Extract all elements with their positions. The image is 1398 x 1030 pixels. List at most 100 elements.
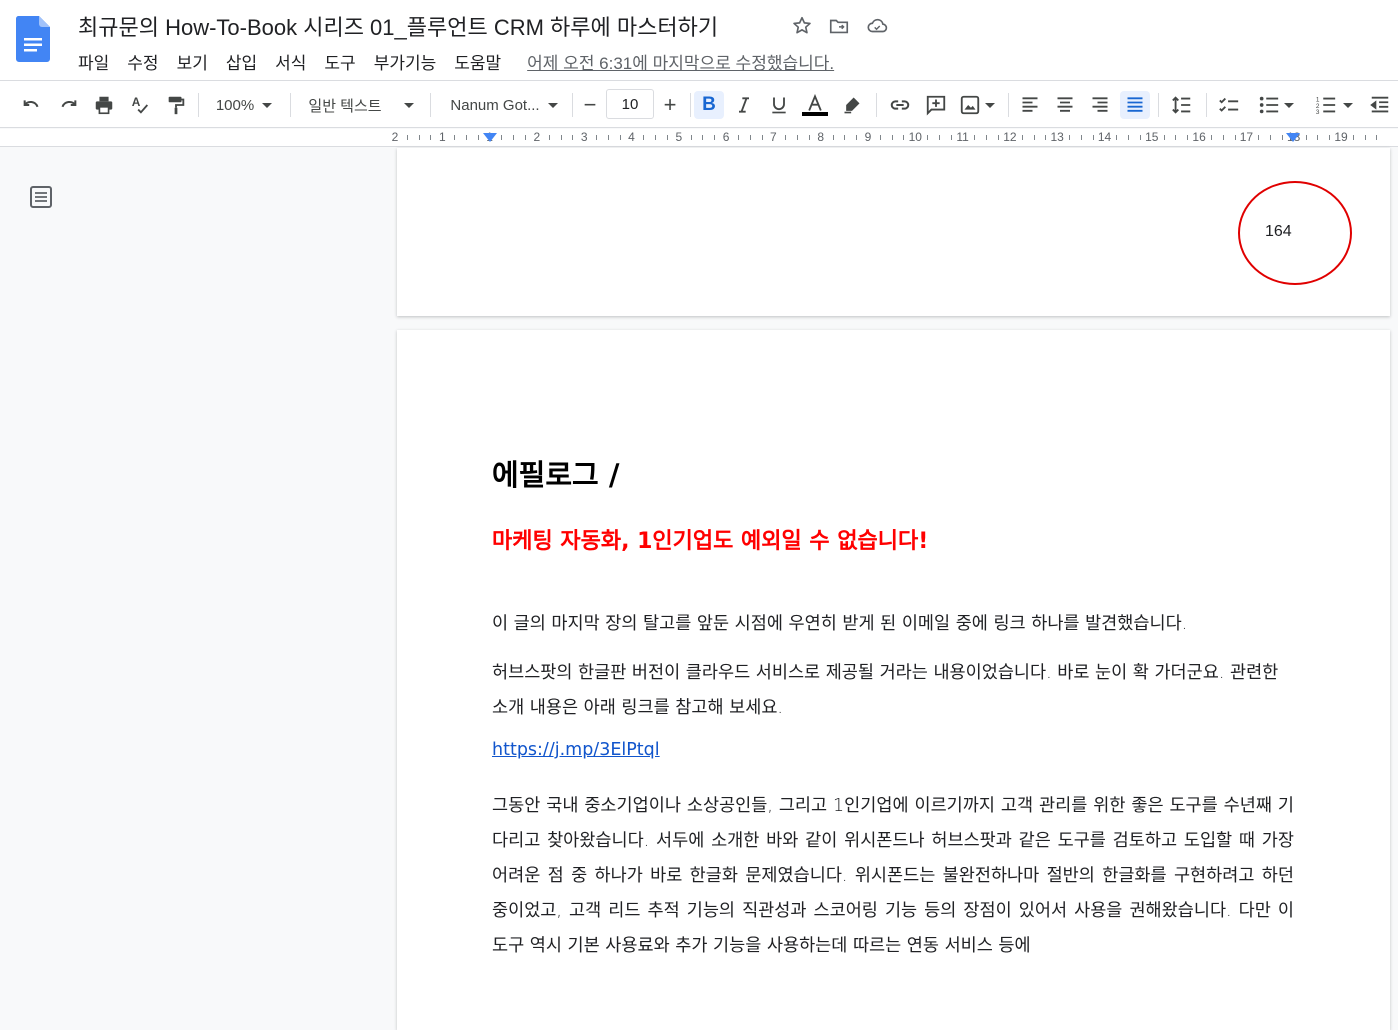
redo-icon[interactable] bbox=[54, 91, 82, 119]
decrease-font-size-button[interactable]: − bbox=[576, 91, 604, 119]
paragraph-style-select[interactable]: 일반 텍스트 bbox=[300, 91, 422, 119]
ruler-tick bbox=[666, 135, 668, 140]
insert-link-icon[interactable] bbox=[886, 91, 914, 119]
ruler-tick bbox=[513, 135, 515, 140]
document-page[interactable]: 에필로그 / 마케팅 자동화, 1인기업도 예외일 수 없습니다! 이 글의 마… bbox=[397, 330, 1390, 1030]
checklist-icon[interactable] bbox=[1214, 91, 1244, 119]
body-paragraph: 그동안 국내 중소기업이나 소상공인들, 그리고 1인기업에 이르기까지 고객 … bbox=[492, 796, 1294, 956]
ruler-number: 14 bbox=[1097, 130, 1112, 144]
cloud-status-icon[interactable] bbox=[865, 14, 889, 38]
spellcheck-icon[interactable]: A bbox=[126, 91, 154, 119]
print-icon[interactable] bbox=[90, 91, 118, 119]
toolbar-separator bbox=[1158, 93, 1159, 117]
ruler-tick bbox=[1033, 135, 1035, 140]
ruler-tick bbox=[714, 135, 716, 140]
body-paragraph: 허브스팟의 한글판 버전이 클라우드 서비스로 제공될 거라는 내용이었습니다.… bbox=[492, 663, 1279, 718]
move-to-folder-icon[interactable] bbox=[827, 14, 851, 38]
right-indent-marker[interactable] bbox=[1286, 133, 1300, 142]
menu-tools[interactable]: 도구 bbox=[324, 49, 355, 74]
chevron-down-icon bbox=[547, 102, 558, 108]
ruler-number: 6 bbox=[722, 130, 730, 144]
title-bar: 최규문의 How-To-Book 시리즈 01_플루언트 CRM 하루에 마스터… bbox=[0, 0, 1398, 80]
underline-icon[interactable] bbox=[765, 91, 793, 119]
bulleted-list-icon[interactable] bbox=[1252, 91, 1300, 119]
ruler-tick bbox=[1258, 135, 1260, 140]
menu-format[interactable]: 서식 bbox=[275, 49, 306, 74]
ruler-number: 7 bbox=[770, 130, 777, 144]
toolbar-separator bbox=[572, 93, 573, 117]
ruler-number: 9 bbox=[864, 130, 872, 144]
ruler-tick bbox=[844, 135, 846, 140]
highlight-color-icon[interactable] bbox=[838, 91, 866, 119]
ruler-tick bbox=[1163, 135, 1165, 140]
chapter-subtitle: 마케팅 자동화, 1인기업도 예외일 수 없습니다! bbox=[492, 529, 929, 554]
paragraph-style-value: 일반 텍스트 bbox=[308, 97, 382, 115]
menu-help[interactable]: 도움말 bbox=[454, 49, 501, 74]
align-justify-icon[interactable] bbox=[1120, 91, 1150, 119]
italic-icon[interactable] bbox=[730, 91, 758, 119]
ruler-tick bbox=[785, 135, 787, 140]
toolbar: A 100% 일반 텍스트 Nanum Got... − + B 1 2 3 bbox=[0, 80, 1398, 128]
document-outline-icon[interactable] bbox=[28, 184, 54, 210]
document-title[interactable]: 최규문의 How-To-Book 시리즈 01_플루언트 CRM 하루에 마스터… bbox=[78, 10, 718, 42]
ruler-tick bbox=[891, 135, 893, 140]
ruler-tick bbox=[1021, 135, 1023, 140]
zoom-value: 100% bbox=[215, 96, 255, 114]
insert-image-icon[interactable] bbox=[956, 91, 998, 119]
add-comment-icon[interactable] bbox=[922, 91, 950, 119]
ruler-tick bbox=[1281, 135, 1283, 140]
menu-insert[interactable]: 삽입 bbox=[226, 49, 257, 74]
line-spacing-icon[interactable] bbox=[1168, 91, 1196, 119]
toolbar-separator bbox=[430, 93, 431, 117]
decrease-indent-icon[interactable] bbox=[1366, 91, 1394, 119]
ruler-tick bbox=[950, 135, 952, 140]
ruler-number: 2 bbox=[391, 130, 399, 144]
chevron-down-icon bbox=[262, 102, 273, 108]
ruler-tick bbox=[465, 135, 467, 140]
document-page[interactable]: 164 bbox=[397, 148, 1390, 316]
zoom-select[interactable]: 100% bbox=[206, 91, 282, 119]
star-icon[interactable] bbox=[790, 14, 814, 38]
google-docs-logo-icon[interactable] bbox=[16, 16, 50, 62]
ruler-tick bbox=[879, 135, 881, 140]
font-size-input[interactable] bbox=[606, 89, 654, 119]
ruler-tick bbox=[1139, 135, 1141, 140]
ruler-tick bbox=[1352, 135, 1354, 140]
paint-format-icon[interactable] bbox=[162, 91, 190, 119]
ruler: 2 1 1 2 3 4 5 6 7 8 9 10 11 12 13 14 15 16 17 18 19 bbox=[0, 129, 1398, 147]
undo-icon[interactable] bbox=[18, 91, 46, 119]
menu-edit[interactable]: 수정 bbox=[127, 49, 158, 74]
align-right-icon[interactable] bbox=[1086, 91, 1114, 119]
menu-view[interactable]: 보기 bbox=[177, 49, 208, 74]
increase-font-size-button[interactable]: + bbox=[656, 91, 684, 119]
menu-file[interactable]: 파일 bbox=[78, 49, 109, 74]
toolbar-separator bbox=[1206, 93, 1207, 117]
ruler-number: 16 bbox=[1192, 130, 1206, 144]
menu-addons[interactable]: 부가기능 bbox=[374, 49, 437, 74]
ruler-tick bbox=[1069, 135, 1071, 140]
align-center-icon[interactable] bbox=[1051, 91, 1079, 119]
bold-icon[interactable]: B bbox=[694, 91, 724, 119]
ruler-tick bbox=[418, 135, 420, 140]
ruler-tick bbox=[1305, 135, 1307, 140]
page-number: 164 bbox=[1265, 223, 1292, 240]
ruler-tick bbox=[619, 135, 621, 140]
left-indent-marker[interactable] bbox=[483, 133, 497, 142]
ruler-tick bbox=[927, 135, 929, 140]
ruler-tick bbox=[1045, 135, 1047, 140]
font-family-value: Nanum Got... bbox=[450, 96, 540, 114]
text-color-icon[interactable] bbox=[800, 91, 830, 119]
ruler-tick bbox=[797, 135, 799, 140]
numbered-list-icon[interactable]: 123 bbox=[1308, 91, 1360, 119]
last-edit-link[interactable]: 어제 오전 6:31에 마지막으로 수정했습니다. bbox=[527, 49, 834, 74]
font-family-select[interactable]: Nanum Got... bbox=[442, 91, 566, 119]
ruler-tick bbox=[986, 135, 988, 140]
ruler-tick bbox=[525, 135, 527, 140]
align-left-icon[interactable] bbox=[1016, 91, 1044, 119]
ruler-number: 15 bbox=[1145, 130, 1159, 144]
ruler-number: 3 bbox=[580, 130, 588, 144]
chevron-down-icon bbox=[985, 102, 995, 108]
ruler-tick bbox=[1234, 135, 1236, 140]
ruler-tick bbox=[1364, 135, 1366, 140]
hyperlink[interactable]: https://j.mp/3ElPtql bbox=[492, 740, 660, 760]
